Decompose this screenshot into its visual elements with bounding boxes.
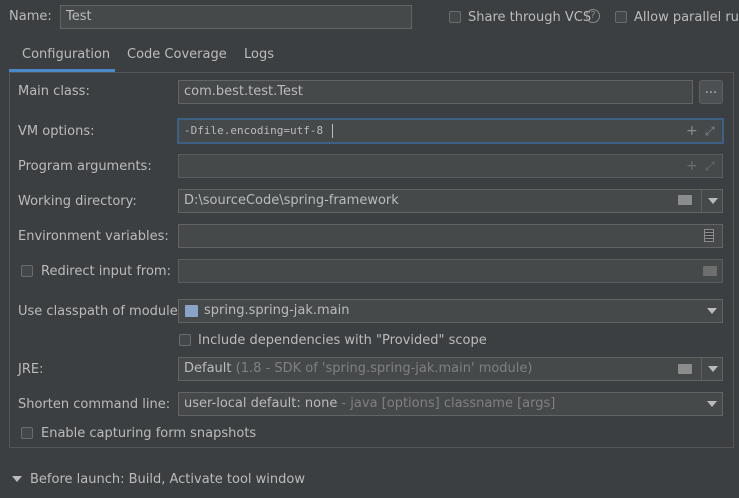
include-provided-label: Include dependencies with "Provided" sco… [198, 333, 487, 348]
working-directory-input[interactable]: D:\sourceCode\spring-framework [178, 189, 723, 213]
redirect-input-field[interactable] [178, 259, 723, 283]
classpath-module-value: spring.spring-jak.main [204, 303, 350, 318]
jre-label: JRE: [18, 362, 44, 377]
main-class-label: Main class: [18, 84, 90, 99]
folder-icon[interactable] [678, 364, 692, 374]
program-arguments-input[interactable] [178, 154, 723, 178]
dropdown-arrow-icon[interactable] [701, 189, 723, 213]
jre-value: Default [184, 361, 232, 376]
shorten-command-line-select[interactable]: user-local default: none - java [options… [178, 392, 723, 416]
vm-options-input[interactable]: -Dfile.encoding=utf-8 [178, 119, 723, 143]
jre-hint: (1.8 - SDK of 'spring.spring-jak.main' m… [235, 361, 533, 376]
redirect-input-checkbox[interactable] [21, 265, 33, 277]
dropdown-arrow-icon[interactable] [701, 392, 723, 416]
parallel-run-checkbox[interactable] [615, 11, 627, 23]
plus-icon[interactable]: + [686, 124, 698, 138]
tab-label: Code Coverage [127, 47, 227, 62]
before-launch-label[interactable]: Before launch: Build, Activate tool wind… [30, 472, 305, 487]
jre-select[interactable]: Default (1.8 - SDK of 'spring.spring-jak… [178, 357, 723, 381]
shorten-command-line-label: Shorten command line: [18, 397, 171, 412]
expand-icon[interactable]: ⤢ [705, 159, 715, 173]
working-directory-value: D:\sourceCode\spring-framework [184, 193, 399, 208]
list-icon[interactable] [704, 229, 714, 242]
folder-icon[interactable] [703, 266, 717, 276]
environment-variables-input[interactable] [178, 224, 723, 248]
classpath-module-select[interactable]: spring.spring-jak.main [178, 299, 723, 323]
name-input[interactable]: Test [60, 5, 412, 29]
capture-snapshots-label: Enable capturing form snapshots [41, 426, 257, 441]
dropdown-arrow-icon[interactable] [701, 299, 723, 323]
help-icon[interactable]: ? [586, 9, 600, 23]
folder-icon[interactable] [678, 195, 692, 205]
tab-label: Logs [244, 47, 274, 62]
vm-options-label: VM options: [18, 124, 95, 139]
shorten-command-line-value: user-local default: none [184, 396, 338, 411]
module-icon [185, 305, 198, 317]
name-label: Name: [9, 9, 52, 24]
text-caret [332, 124, 334, 138]
classpath-module-label: Use classpath of module: [18, 304, 183, 319]
tab-label: Configuration [22, 47, 111, 62]
share-vcs-label: Share through VCS [468, 10, 592, 25]
plus-icon[interactable]: + [686, 159, 698, 173]
tab-code-coverage[interactable]: Code Coverage [127, 40, 227, 70]
environment-variables-label: Environment variables: [18, 229, 169, 244]
parallel-run-label: Allow parallel run [634, 10, 739, 25]
shorten-command-line-hint: - java [options] classname [args] [341, 396, 556, 411]
main-class-input[interactable]: com.best.test.Test [178, 80, 693, 104]
expand-triangle-icon[interactable] [12, 476, 22, 482]
include-provided-checkbox[interactable] [179, 334, 191, 346]
dropdown-arrow-icon[interactable] [701, 357, 723, 381]
expand-icon[interactable]: ⤢ [705, 124, 715, 138]
vm-options-value: -Dfile.encoding=utf-8 [184, 124, 324, 137]
share-vcs-checkbox[interactable] [449, 11, 461, 23]
tab-configuration[interactable]: Configuration [22, 40, 110, 70]
redirect-input-label: Redirect input from: [41, 264, 171, 279]
working-directory-label: Working directory: [18, 194, 137, 209]
tab-logs[interactable]: Logs [244, 40, 274, 70]
program-arguments-label: Program arguments: [18, 159, 152, 174]
capture-snapshots-checkbox[interactable] [21, 427, 33, 439]
ellipsis-icon[interactable]: ... [699, 80, 723, 104]
